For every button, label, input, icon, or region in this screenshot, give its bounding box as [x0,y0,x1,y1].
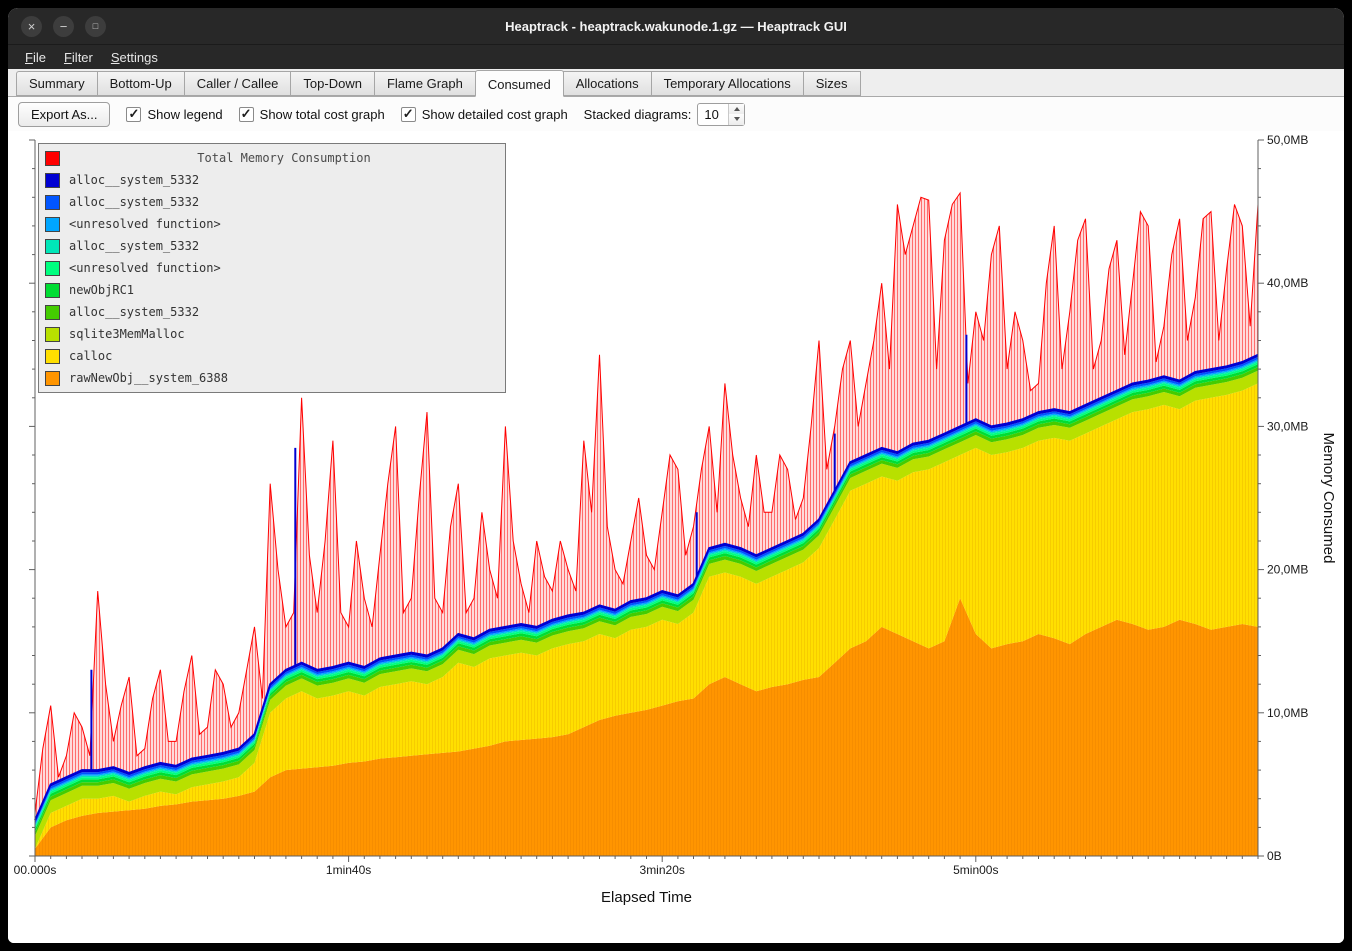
legend-label: sqlite3MemMalloc [69,327,185,341]
legend-swatch [45,371,60,386]
tab-bottom-up[interactable]: Bottom-Up [97,71,185,96]
menu-item-settings[interactable]: Settings [102,47,167,68]
stacked-diagrams-label: Stacked diagrams: [584,107,692,122]
close-icon: × [28,20,36,33]
chart-area[interactable]: 00.000s 1min40s 3min20s 5min00s 0B 10,0MB 20,0… [8,131,1344,943]
x-tick-label: 3min20s [640,863,685,877]
legend-swatch [45,217,60,232]
toolbar: Export As... Show legend Show total cost… [8,97,1344,131]
export-as-button[interactable]: Export As... [18,102,110,127]
legend-label: Total Memory Consumption [69,151,499,165]
x-tick-label: 1min40s [326,863,371,877]
legend-item: newObjRC1 [45,279,499,301]
app-window: × − □ Heaptrack - heaptrack.wakunode.1.g… [8,8,1344,943]
legend-label: alloc__system_5332 [69,305,199,319]
spinbox-arrows [728,104,744,125]
legend-item: alloc__system_5332 [45,169,499,191]
menu-item-filter[interactable]: Filter [55,47,102,68]
legend-swatch [45,305,60,320]
maximize-button[interactable]: □ [85,16,106,37]
spin-up-button[interactable] [729,104,744,115]
tab-consumed[interactable]: Consumed [475,70,564,97]
spin-down-button[interactable] [729,114,744,125]
menu-item-file[interactable]: File [16,47,55,68]
tab-top-down[interactable]: Top-Down [290,71,375,96]
legend-swatch [45,195,60,210]
legend-item: calloc [45,345,499,367]
checkbox-label: Show detailed cost graph [422,107,568,122]
menu-bar: File Filter Settings [8,45,1344,69]
checkbox-show-legend[interactable]: Show legend [126,107,222,122]
legend-label: alloc__system_5332 [69,173,199,187]
legend-swatch [45,327,60,342]
legend-label: calloc [69,349,112,363]
checkbox-show-detailed-cost-graph[interactable]: Show detailed cost graph [401,107,568,122]
checkbox-show-total-cost-graph[interactable]: Show total cost graph [239,107,385,122]
spinbox-value: 10 [698,104,728,125]
legend-swatch [45,349,60,364]
legend-item: alloc__system_5332 [45,191,499,213]
checkbox-label: Show total cost graph [260,107,385,122]
y-tick-label: 0B [1267,849,1282,863]
legend-item: <unresolved function> [45,257,499,279]
tab-sizes[interactable]: Sizes [803,71,861,96]
legend-label: <unresolved function> [69,217,221,231]
chevron-down-icon [734,117,740,121]
legend-swatch [45,283,60,298]
tab-summary[interactable]: Summary [16,71,98,96]
legend-swatch [45,239,60,254]
x-axis-label: Elapsed Time [601,889,692,906]
title-bar: × − □ Heaptrack - heaptrack.wakunode.1.g… [8,8,1344,45]
close-button[interactable]: × [21,16,42,37]
y-tick-label: 20,0MB [1267,563,1308,577]
tab-flame-graph[interactable]: Flame Graph [374,71,476,96]
legend-label: <unresolved function> [69,261,221,275]
legend-item: sqlite3MemMalloc [45,323,499,345]
maximize-icon: □ [93,22,98,31]
chart-legend: Total Memory Consumption alloc__system_53… [38,143,506,393]
tab-caller-callee[interactable]: Caller / Callee [184,71,292,96]
legend-item: alloc__system_5332 [45,235,499,257]
window-controls: × − □ [8,16,106,37]
legend-swatch [45,261,60,276]
legend-label: newObjRC1 [69,283,134,297]
minimize-button[interactable]: − [53,16,74,37]
legend-label: rawNewObj__system_6388 [69,371,228,385]
legend-label: alloc__system_5332 [69,195,199,209]
legend-item: alloc__system_5332 [45,301,499,323]
legend-swatch [45,151,60,166]
minimize-icon: − [60,20,68,33]
window-title: Heaptrack - heaptrack.wakunode.1.gz — He… [8,19,1344,34]
chevron-up-icon [734,107,740,111]
legend-swatch [45,173,60,188]
y-tick-label: 30,0MB [1267,419,1308,433]
stacked-diagrams-spinbox[interactable]: 10 [697,103,745,126]
y-axis-label: Memory Consumed [1320,433,1337,564]
tab-allocations[interactable]: Allocations [563,71,652,96]
checkbox-icon [126,107,141,122]
checkbox-icon [239,107,254,122]
legend-item: rawNewObj__system_6388 [45,367,499,389]
legend-label: alloc__system_5332 [69,239,199,253]
y-tick-label: 40,0MB [1267,276,1308,290]
tab-bar: Summary Bottom-Up Caller / Callee Top-Do… [8,69,1344,97]
x-tick-label: 5min00s [953,863,998,877]
x-tick-label: 00.000s [14,863,57,877]
y-tick-label: 10,0MB [1267,706,1308,720]
legend-title: Total Memory Consumption [45,147,499,169]
checkbox-icon [401,107,416,122]
tab-temporary-allocations[interactable]: Temporary Allocations [651,71,804,96]
y-tick-label: 50,0MB [1267,133,1308,147]
legend-item: <unresolved function> [45,213,499,235]
checkbox-label: Show legend [147,107,222,122]
